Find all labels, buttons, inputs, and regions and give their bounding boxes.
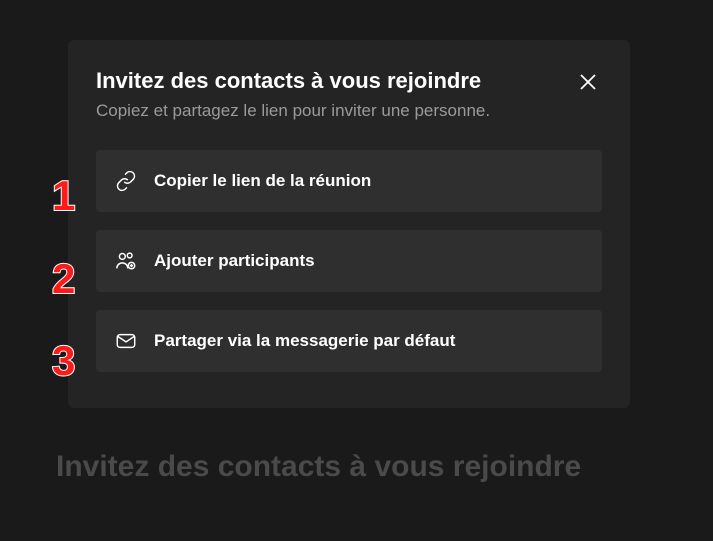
dialog-subtitle: Copiez et partagez le lien pour inviter … xyxy=(96,100,562,122)
header-text: Invitez des contacts à vous rejoindre Co… xyxy=(96,68,562,122)
close-button[interactable] xyxy=(574,70,602,98)
step-marker-1: 1 xyxy=(52,175,75,217)
step-marker-2: 2 xyxy=(52,258,75,300)
people-add-icon xyxy=(114,249,138,273)
copy-link-option[interactable]: Copier le lien de la réunion xyxy=(96,150,602,212)
mail-icon xyxy=(114,329,138,353)
copy-link-label: Copier le lien de la réunion xyxy=(154,171,371,191)
link-icon xyxy=(114,169,138,193)
share-email-label: Partager via la messagerie par défaut xyxy=(154,331,455,351)
dialog-header: Invitez des contacts à vous rejoindre Co… xyxy=(96,68,602,122)
footer-title: Invitez des contacts à vous rejoindre xyxy=(56,450,581,484)
add-participants-option[interactable]: Ajouter participants xyxy=(96,230,602,292)
dialog-title: Invitez des contacts à vous rejoindre xyxy=(96,68,562,94)
step-marker-3: 3 xyxy=(52,340,75,382)
share-email-option[interactable]: Partager via la messagerie par défaut xyxy=(96,310,602,372)
invite-dialog: Invitez des contacts à vous rejoindre Co… xyxy=(68,40,630,408)
close-icon xyxy=(579,73,597,96)
add-participants-label: Ajouter participants xyxy=(154,251,315,271)
